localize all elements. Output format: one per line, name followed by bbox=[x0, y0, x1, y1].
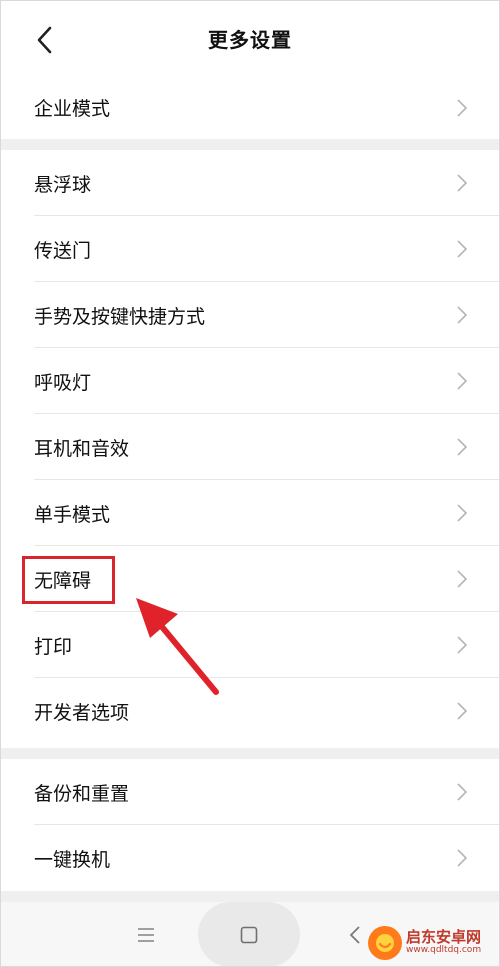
settings-row-one-click-transfer[interactable]: 一键换机 bbox=[0, 825, 500, 891]
settings-row-print[interactable]: 打印 bbox=[0, 612, 500, 678]
settings-row-accessibility[interactable]: 无障碍 bbox=[0, 546, 500, 612]
settings-row-portal[interactable]: 传送门 bbox=[0, 216, 500, 282]
page-title: 更多设置 bbox=[208, 28, 292, 52]
group-separator bbox=[0, 891, 500, 902]
settings-row-label: 一键换机 bbox=[34, 848, 111, 871]
settings-row-earphones-sound[interactable]: 耳机和音效 bbox=[0, 414, 500, 480]
settings-row-label: 备份和重置 bbox=[34, 782, 130, 805]
settings-row-floating-ball[interactable]: 悬浮球 bbox=[0, 150, 500, 216]
home-square-icon bbox=[240, 926, 258, 943]
chevron-right-icon bbox=[457, 174, 467, 192]
settings-row-label: 悬浮球 bbox=[34, 173, 92, 196]
settings-row-label: 传送门 bbox=[34, 239, 92, 262]
chevron-right-icon bbox=[457, 504, 467, 522]
watermark-logo-icon bbox=[368, 925, 402, 960]
settings-row-one-hand-mode[interactable]: 单手模式 bbox=[0, 480, 500, 546]
settings-row-label: 手势及按键快捷方式 bbox=[34, 305, 206, 328]
settings-row-enterprise-mode[interactable]: 企业模式 bbox=[0, 76, 500, 139]
group-separator bbox=[0, 748, 500, 759]
settings-group-enterprise: 企业模式 bbox=[0, 76, 500, 139]
settings-group-main: 悬浮球 传送门 手势及按键快捷方式 呼吸灯 耳机和音效 单手模式 无障碍 打印 bbox=[0, 150, 500, 744]
group-separator bbox=[0, 139, 500, 150]
chevron-right-icon bbox=[457, 783, 467, 801]
settings-row-label: 企业模式 bbox=[34, 98, 111, 120]
back-triangle-icon bbox=[349, 925, 360, 944]
settings-row-label: 单手模式 bbox=[34, 503, 111, 526]
chevron-right-icon bbox=[457, 438, 467, 456]
watermark-url: www.qdltdq.com bbox=[406, 944, 482, 955]
site-watermark: 启东安卓网 www.qdltdq.com bbox=[368, 918, 500, 967]
settings-row-label: 耳机和音效 bbox=[34, 437, 130, 460]
chevron-right-icon bbox=[457, 570, 467, 588]
settings-row-developer-options[interactable]: 开发者选项 bbox=[0, 678, 500, 744]
app-header: 更多设置 bbox=[0, 0, 500, 76]
settings-row-label: 开发者选项 bbox=[34, 701, 130, 724]
settings-row-breathing-light[interactable]: 呼吸灯 bbox=[0, 348, 500, 414]
chevron-right-icon bbox=[457, 372, 467, 390]
settings-row-label: 无障碍 bbox=[34, 569, 92, 592]
settings-row-gesture-shortcuts[interactable]: 手势及按键快捷方式 bbox=[0, 282, 500, 348]
chevron-right-icon bbox=[457, 636, 467, 654]
chevron-right-icon bbox=[457, 849, 467, 867]
chevron-right-icon bbox=[457, 240, 467, 258]
chevron-right-icon bbox=[457, 306, 467, 324]
settings-row-label: 打印 bbox=[34, 635, 73, 658]
settings-row-backup-reset[interactable]: 备份和重置 bbox=[0, 759, 500, 825]
watermark-text: 启东安卓网 www.qdltdq.com bbox=[406, 927, 482, 955]
settings-group-backup: 备份和重置 一键换机 bbox=[0, 759, 500, 891]
menu-icon bbox=[138, 927, 154, 942]
home-button[interactable] bbox=[198, 902, 300, 967]
recent-apps-button[interactable] bbox=[116, 902, 176, 967]
watermark-title: 启东安卓网 bbox=[406, 927, 482, 946]
chevron-right-icon bbox=[457, 702, 467, 720]
chevron-right-icon bbox=[457, 98, 467, 117]
settings-row-label: 呼吸灯 bbox=[34, 371, 92, 394]
